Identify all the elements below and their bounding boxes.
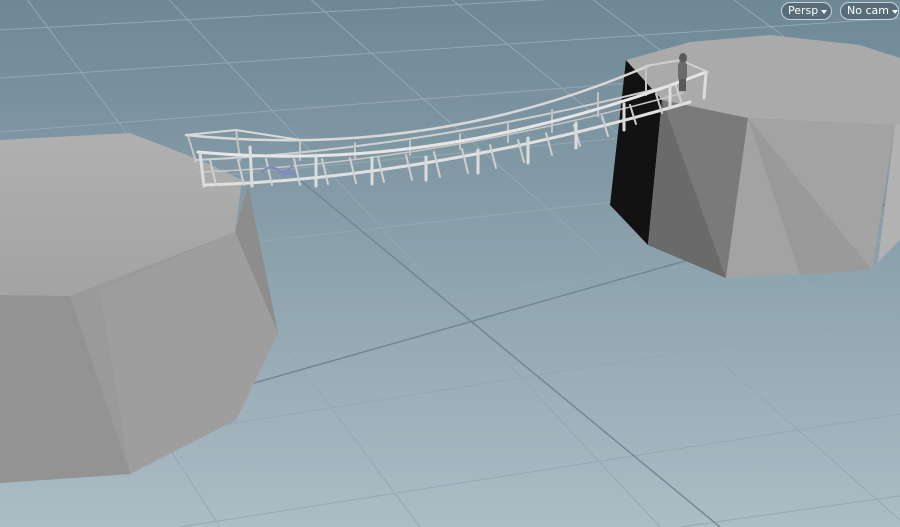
scene-canvas[interactable]	[0, 0, 900, 527]
figure-head	[679, 53, 687, 63]
right-cliff[interactable]	[610, 35, 900, 278]
figure-legs	[679, 79, 686, 91]
chevron-down-icon	[891, 9, 898, 14]
view-menu-button[interactable]: Persp	[781, 2, 832, 20]
figure[interactable]	[678, 53, 687, 91]
camera-menu-label: No cam	[847, 4, 889, 17]
view-menu-label: Persp	[788, 4, 819, 17]
chevron-down-icon	[821, 9, 828, 14]
camera-menu-button[interactable]: No cam	[840, 2, 899, 20]
figure-body	[678, 62, 687, 80]
3d-viewport[interactable]: Persp No cam	[0, 0, 900, 527]
